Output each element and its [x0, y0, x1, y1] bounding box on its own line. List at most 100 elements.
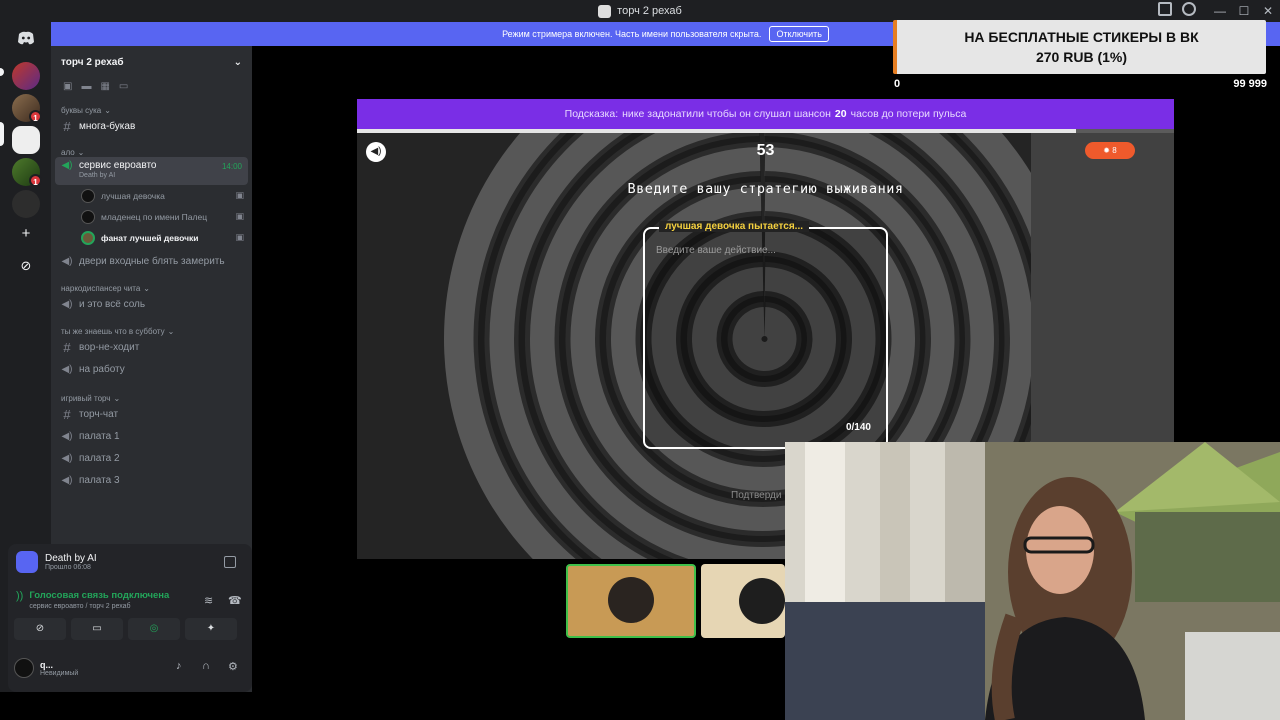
hint-bar: Подсказка: нике задонатили чтобы он слуш… [357, 99, 1174, 129]
activity-app-icon [16, 551, 38, 573]
server-avatar[interactable] [12, 190, 40, 218]
hash-icon: # [63, 118, 71, 134]
score-badge[interactable]: ✹ 8 [1085, 142, 1135, 159]
speaker-icon: ◀) [61, 430, 73, 442]
server-header[interactable]: торч 2 рехаб ⌄ [51, 46, 252, 78]
camera-off-button[interactable]: ⊘ [14, 618, 66, 640]
microphone-icon[interactable]: ♪ [176, 660, 182, 672]
confirm-button[interactable]: Подтверди [731, 490, 781, 501]
webcam-feed [785, 442, 1280, 720]
server-avatar[interactable] [12, 62, 40, 90]
mention-badge: 1 [29, 110, 42, 123]
server-avatar-active[interactable] [12, 126, 40, 154]
voice-user[interactable]: младенец по имени Палец ▣ [51, 206, 252, 227]
avatar [81, 188, 95, 203]
blurred-icon: ▭ [118, 80, 129, 92]
avatar [14, 658, 34, 678]
voice-channel-na-rabotu[interactable]: ◀) на работу [55, 358, 248, 380]
countdown-timer: 53 [756, 142, 775, 159]
signal-icon[interactable]: )) [16, 590, 23, 610]
screen-share-button[interactable]: ▭ [71, 618, 123, 640]
headphones-icon[interactable]: ∩ [202, 660, 210, 672]
category-header[interactable]: ты же знаешь что в субботу ⌄ [51, 319, 252, 336]
gear-icon[interactable]: ⚙ [228, 660, 238, 673]
player-typing-label: лучшая девочка пытается... [659, 221, 809, 232]
user-panel: Death by AI Прошло 06:08 )) Голосовая св… [8, 544, 252, 692]
avatar [81, 209, 95, 224]
chevron-down-icon: ⌄ [113, 394, 121, 403]
hash-icon: # [63, 406, 71, 422]
voice-connection-status: )) Голосовая связь подключена сервис евр… [16, 590, 242, 610]
maximize-button[interactable]: ☐ [1232, 4, 1256, 18]
blurred-icon: ▬ [81, 80, 92, 92]
category-header[interactable]: ало ⌄ [51, 140, 252, 157]
help-icon[interactable] [1182, 2, 1196, 16]
channel-vor-ne-hodit[interactable]: # вор-не-ходит [55, 336, 248, 358]
avatar [81, 230, 95, 245]
speaker-icon: ◀) [61, 474, 73, 486]
disconnect-icon[interactable]: ☎ [228, 594, 242, 607]
add-server-icon[interactable]: + [16, 224, 36, 244]
donation-goal-amount: 270 RUB (1%) [1035, 49, 1128, 65]
voice-channel-sol[interactable]: ◀) и это всё соль [55, 293, 248, 315]
gift-icon[interactable]: ▣ [63, 81, 72, 92]
game-controller-icon: ▣ [235, 232, 244, 242]
explore-icon[interactable]: ⊘ [16, 256, 36, 276]
timer-progress-bar [357, 129, 1174, 133]
chevron-down-icon: ⌄ [233, 56, 242, 68]
donation-goal-title: НА БЕСПЛАТНЫЕ СТИКЕРЫ В ВК [964, 29, 1199, 45]
webcam-overlay [785, 442, 1280, 720]
voice-channel-servis-evroavto[interactable]: ◀) сервис евроавто Death by AI 14:00 [55, 157, 248, 185]
server-name: торч 2 рехаб [61, 56, 124, 68]
strategy-input[interactable]: лучшая девочка пытается... Введите ваше … [643, 221, 888, 449]
chevron-down-icon: ⌄ [77, 148, 85, 157]
channel-torch-chat[interactable]: # торч-чат [55, 403, 248, 425]
close-button[interactable]: ✕ [1256, 4, 1280, 18]
player-card[interactable] [701, 564, 785, 638]
donation-goal-max: 99 999 [1233, 78, 1267, 90]
character-counter: 0/140 [845, 422, 871, 433]
speaker-icon: ◀) [61, 298, 73, 310]
window-titlebar: торч 2 рехаб — ☐ ✕ [0, 0, 1280, 22]
category-header[interactable]: наркодиспансер чита ⌄ [51, 276, 252, 293]
activity-settings-icon[interactable] [224, 556, 236, 568]
minimize-button[interactable]: — [1208, 4, 1232, 18]
activity-row[interactable]: Death by AI Прошло 06:08 [16, 551, 236, 573]
chevron-down-icon: ⌄ [104, 106, 111, 115]
brain-icon: ✹ [1103, 146, 1110, 155]
speaker-icon: ◀) [61, 160, 73, 171]
voice-channel-palata-1[interactable]: ◀) палата 1 [55, 425, 248, 447]
chevron-down-icon: ⌄ [143, 284, 150, 293]
unread-pip [0, 68, 4, 76]
survival-prompt: Введите вашу стратегию выживания [627, 181, 904, 197]
server-icon [598, 4, 612, 18]
server-boost-row: ▣ ▬ ▦ ▭ [51, 78, 252, 94]
disable-streamer-mode-button[interactable]: Отключить [769, 26, 829, 42]
blurred-icon: ▦ [100, 80, 110, 92]
noise-suppression-icon[interactable]: ≋ [204, 594, 213, 607]
activity-button[interactable]: ◎ [128, 618, 180, 640]
voice-channel-palata-2[interactable]: ◀) палата 2 [55, 447, 248, 469]
player-avatar [739, 578, 785, 624]
chevron-down-icon: ⌄ [167, 327, 175, 336]
user-row[interactable]: q... Невидимый ♪ ∩ ⚙ [14, 655, 246, 681]
voice-user[interactable]: лучшая девочка ▣ [51, 185, 252, 206]
voice-user-speaking[interactable]: фанат лучшей девочки ▣ [51, 227, 252, 248]
hash-icon: # [63, 339, 71, 355]
channel-mnoga-bukav[interactable]: # многа-букав [55, 115, 248, 137]
soundboard-button[interactable]: ✦ [185, 618, 237, 640]
voice-buttons: ⊘ ▭ ◎ ✦ [14, 618, 237, 640]
voice-channel-dveri[interactable]: ◀) двери входные блять замерить [55, 250, 248, 272]
window-controls: — ☐ ✕ [1208, 0, 1280, 22]
player-avatar [608, 577, 654, 623]
speaker-icon: ◀) [61, 255, 73, 267]
player-card-selected[interactable] [566, 564, 696, 638]
game-controller-icon: ▣ [235, 211, 244, 221]
discord-icon[interactable] [17, 31, 35, 45]
donation-goal-min: 0 [894, 78, 901, 90]
selected-pip [0, 122, 4, 146]
voice-channel-palata-3[interactable]: ◀) палата 3 [55, 469, 248, 491]
category-header[interactable]: буквы сука ⌄ [51, 98, 252, 115]
inbox-icon[interactable] [1158, 2, 1172, 16]
category-header[interactable]: игривый торч ⌄ [51, 386, 252, 403]
